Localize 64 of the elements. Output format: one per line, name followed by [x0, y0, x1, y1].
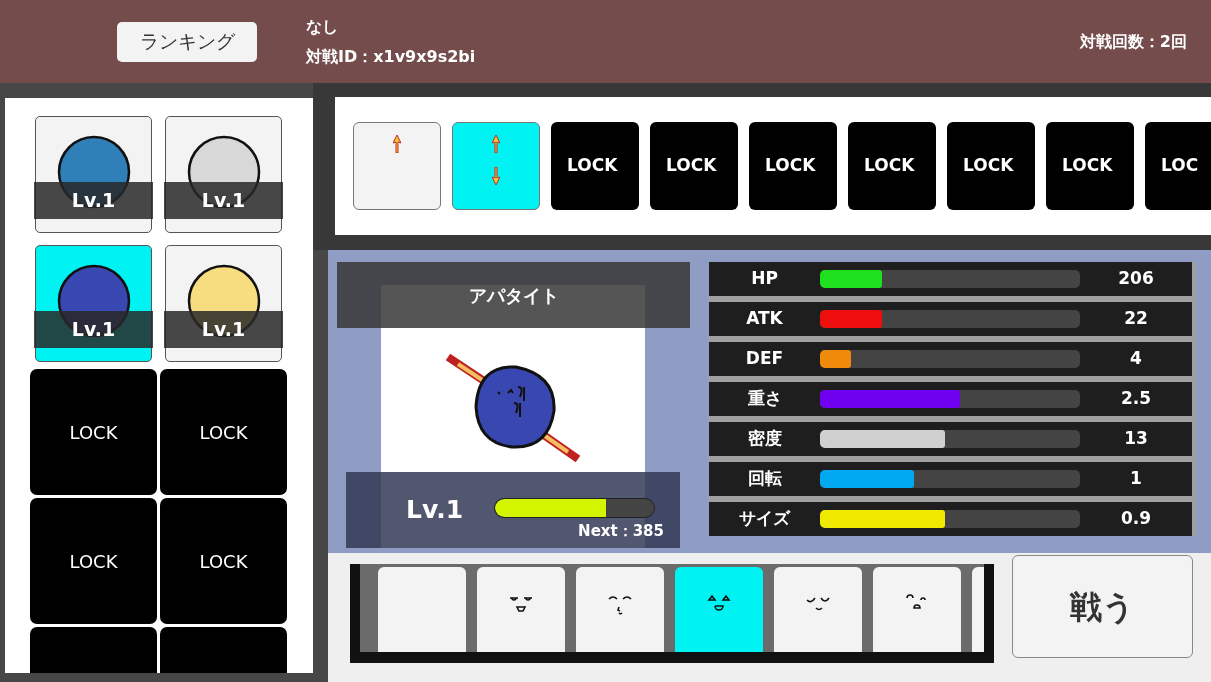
lock-text: LOCK — [69, 549, 118, 574]
locked-slot[interactable]: LOCK — [1046, 122, 1134, 210]
match-id-text: 対戦ID：x1v9x9s2bi — [306, 46, 476, 67]
status-text: なし — [306, 16, 339, 37]
face-card[interactable] — [477, 567, 565, 652]
face-icon — [606, 594, 634, 616]
locked-slot[interactable]: LOCK — [551, 122, 639, 210]
level-text: Lv.1 — [71, 188, 116, 214]
character-name: アパタイト — [468, 283, 559, 308]
stat-value: 206 — [1117, 267, 1155, 291]
face-card[interactable] — [576, 567, 664, 652]
locked-card[interactable]: LOCK — [30, 369, 157, 495]
stat-value: 2.5 — [1119, 387, 1153, 411]
lock-text: LOCK — [1062, 154, 1113, 178]
face-card[interactable] — [378, 567, 466, 652]
locked-card[interactable]: LOCK — [160, 369, 287, 495]
stone-card[interactable]: Lv.1 — [165, 116, 282, 233]
level-text: Lv.1 — [201, 188, 246, 214]
lock-text: LOC — [1161, 154, 1199, 178]
stone-card[interactable]: Lv.1 — [165, 245, 282, 362]
level-text: Lv.1 — [406, 494, 464, 527]
level-text: Lv.1 — [201, 317, 246, 343]
stat-value: 22 — [1123, 307, 1149, 331]
locked-card[interactable]: LOCK — [160, 498, 287, 624]
arrow-icon — [492, 167, 500, 185]
stat-value: 0.9 — [1119, 507, 1153, 531]
face-card[interactable] — [675, 567, 763, 652]
stat-label: DEF — [744, 347, 785, 371]
stat-value: 13 — [1123, 427, 1149, 451]
stat-value: 4 — [1129, 347, 1143, 371]
lock-text: LOCK — [199, 549, 248, 574]
lock-text: LOCK — [765, 154, 816, 178]
lock-text: LOCK — [666, 154, 717, 178]
next-exp-text: Next：385 — [578, 520, 664, 542]
stat-label: 回転 — [746, 467, 783, 491]
face-card[interactable] — [774, 567, 862, 652]
stat-label: サイズ — [738, 507, 792, 531]
locked-slot[interactable]: LOCK — [848, 122, 936, 210]
locked-card[interactable]: LOCK — [30, 498, 157, 624]
stat-label: ATK — [745, 307, 784, 331]
lock-text: LOCK — [567, 154, 618, 178]
face-card[interactable] — [873, 567, 961, 652]
stat-label: 重さ — [746, 387, 783, 411]
lock-text: LOCK — [69, 420, 118, 445]
level-text: Lv.1 — [71, 317, 116, 343]
arrow-icon — [393, 135, 401, 153]
lock-text: LOCK — [199, 420, 248, 445]
locked-slot[interactable]: LOCK — [749, 122, 837, 210]
match-count-text: 対戦回数：2回 — [1079, 30, 1187, 53]
arrow-slot[interactable] — [452, 122, 540, 210]
locked-slot[interactable]: LOCK — [650, 122, 738, 210]
arrow-slot[interactable] — [353, 122, 441, 210]
locked-slot[interactable]: LOCK — [947, 122, 1035, 210]
stat-value: 1 — [1129, 467, 1143, 491]
fight-button[interactable]: 戦う — [1012, 555, 1193, 658]
locked-slot[interactable]: LOC — [1145, 122, 1211, 210]
arrow-icon — [492, 135, 500, 153]
lock-text: LOCK — [864, 154, 915, 178]
stat-label: 密度 — [746, 427, 783, 451]
lock-text: LOCK — [963, 154, 1014, 178]
ranking-button[interactable]: ランキング — [117, 21, 257, 62]
stone-card[interactable]: Lv.1 — [35, 116, 152, 233]
stone-card[interactable]: Lv.1 — [35, 245, 152, 362]
stat-label: HP — [750, 267, 779, 291]
